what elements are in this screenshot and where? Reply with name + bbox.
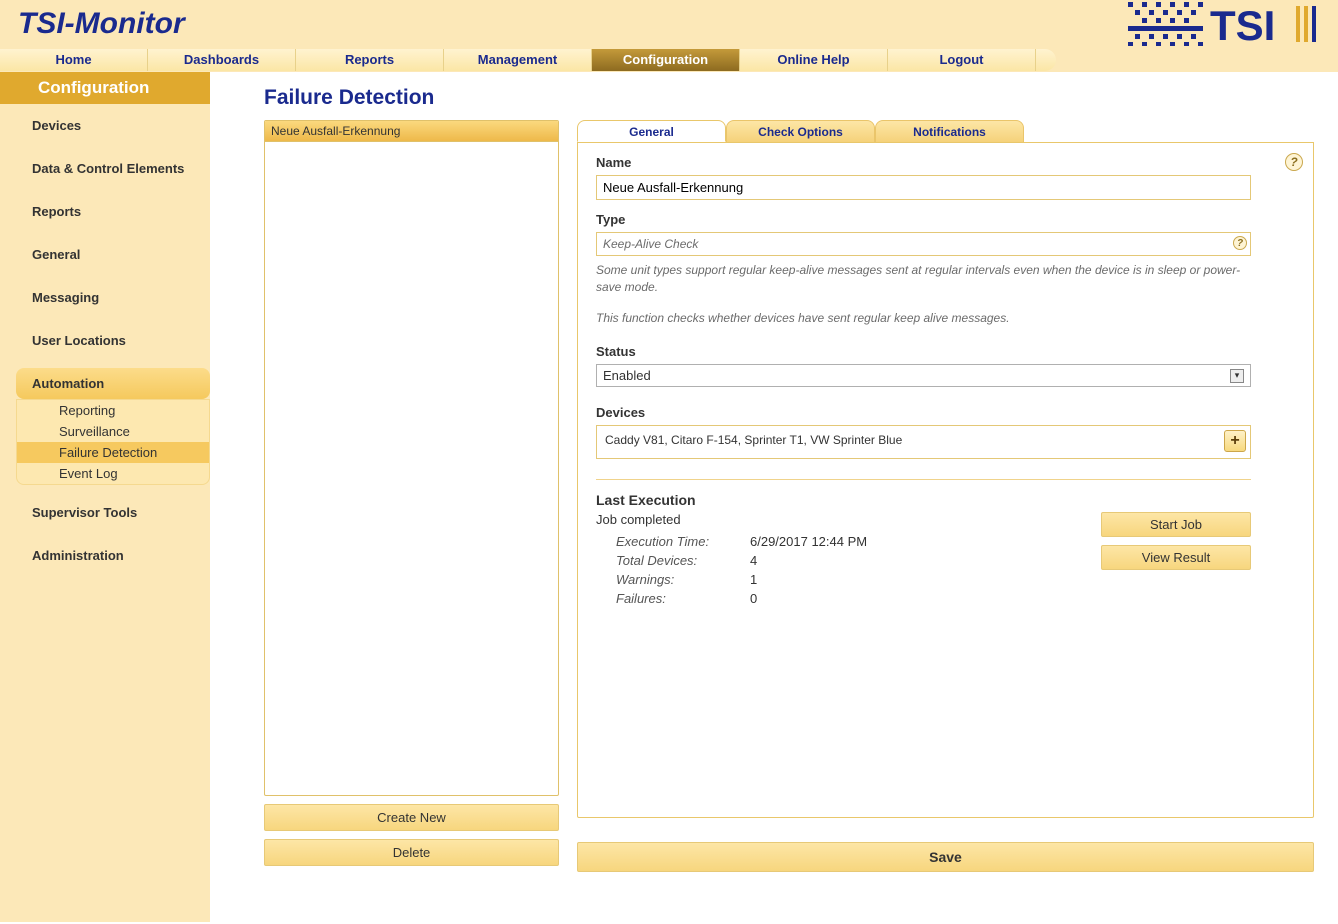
tab-general[interactable]: General: [577, 120, 726, 142]
detail-panel: General Check Options Notifications ? Na…: [577, 120, 1314, 874]
delete-button[interactable]: Delete: [264, 839, 559, 866]
failures-label: Failures:: [598, 590, 748, 607]
subnav-failure-detection[interactable]: Failure Detection: [17, 442, 209, 463]
name-label: Name: [596, 155, 1295, 170]
sidebar-item-messaging[interactable]: Messaging: [0, 282, 210, 313]
sidebar-item-user-locations[interactable]: User Locations: [0, 325, 210, 356]
type-desc-2: This function checks whether devices hav…: [596, 310, 1256, 327]
tab-check-options[interactable]: Check Options: [726, 120, 875, 142]
exec-time-label: Execution Time:: [598, 533, 748, 550]
warnings-label: Warnings:: [598, 571, 748, 588]
app-logo: TSI-Monitor: [10, 7, 185, 41]
sidebar-item-general[interactable]: General: [0, 239, 210, 270]
last-execution-table: Execution Time:6/29/2017 12:44 PM Total …: [596, 531, 869, 609]
sidebar: Configuration Devices Data & Control Ele…: [0, 72, 210, 922]
nav-configuration[interactable]: Configuration: [592, 49, 740, 71]
view-result-button[interactable]: View Result: [1101, 545, 1251, 570]
sidebar-item-data-control[interactable]: Data & Control Elements: [0, 153, 210, 184]
nav-home[interactable]: Home: [0, 49, 148, 71]
tab-notifications[interactable]: Notifications: [875, 120, 1024, 142]
status-value: Enabled: [603, 368, 651, 383]
type-label: Type: [596, 212, 1295, 227]
last-execution-status: Job completed: [596, 512, 869, 527]
create-new-button[interactable]: Create New: [264, 804, 559, 831]
nav-dashboards[interactable]: Dashboards: [148, 49, 296, 71]
svg-text:TSI: TSI: [1210, 2, 1275, 46]
separator: [596, 479, 1251, 480]
sidebar-item-supervisor-tools[interactable]: Supervisor Tools: [0, 497, 210, 528]
type-display: Keep-Alive Check ?: [596, 232, 1251, 256]
sidebar-subnav-automation: Reporting Surveillance Failure Detection…: [16, 399, 210, 485]
warnings-value: 1: [750, 571, 867, 588]
devices-label: Devices: [596, 405, 1295, 420]
nav-management[interactable]: Management: [444, 49, 592, 71]
nav-logout[interactable]: Logout: [888, 49, 1036, 71]
total-devices-label: Total Devices:: [598, 552, 748, 569]
list-item-selected[interactable]: Neue Ausfall-Erkennung: [265, 121, 558, 142]
page-title: Failure Detection: [264, 86, 1314, 110]
subnav-reporting[interactable]: Reporting: [17, 400, 209, 421]
devices-box: Caddy V81, Citaro F-154, Sprinter T1, VW…: [596, 425, 1251, 459]
name-input[interactable]: [596, 175, 1251, 200]
failures-value: 0: [750, 590, 867, 607]
type-value: Keep-Alive Check: [603, 237, 698, 251]
add-device-icon[interactable]: +: [1224, 430, 1246, 452]
nav-online-help[interactable]: Online Help: [740, 49, 888, 71]
sidebar-title: Configuration: [0, 72, 210, 104]
top-nav: Home Dashboards Reports Management Confi…: [0, 48, 1338, 72]
start-job-button[interactable]: Start Job: [1101, 512, 1251, 537]
sidebar-item-reports[interactable]: Reports: [0, 196, 210, 227]
detail-tabs: General Check Options Notifications: [577, 120, 1314, 142]
detail-box: ? Name Type Keep-Alive Check ? Some unit…: [577, 142, 1314, 818]
total-devices-value: 4: [750, 552, 867, 569]
type-desc-1: Some unit types support regular keep-ali…: [596, 262, 1256, 296]
sidebar-item-automation[interactable]: Automation: [16, 368, 210, 399]
chevron-down-icon: ▾: [1230, 369, 1244, 383]
sidebar-item-devices[interactable]: Devices: [0, 110, 210, 141]
list-panel: Neue Ausfall-Erkennung Create New Delete: [264, 120, 559, 874]
sidebar-item-administration[interactable]: Administration: [0, 540, 210, 571]
subnav-event-log[interactable]: Event Log: [17, 463, 209, 484]
detection-list[interactable]: Neue Ausfall-Erkennung: [264, 120, 559, 796]
exec-time-value: 6/29/2017 12:44 PM: [750, 533, 867, 550]
brand-graphic: TSI: [1128, 2, 1328, 46]
help-icon[interactable]: ?: [1285, 153, 1303, 171]
type-help-icon[interactable]: ?: [1233, 236, 1247, 250]
status-label: Status: [596, 344, 1295, 359]
app-header: TSI-Monitor TSI: [0, 0, 1338, 48]
save-button[interactable]: Save: [577, 842, 1314, 872]
devices-value: Caddy V81, Citaro F-154, Sprinter T1, VW…: [605, 433, 902, 447]
subnav-surveillance[interactable]: Surveillance: [17, 421, 209, 442]
nav-end-cap: [1036, 49, 1056, 71]
nav-reports[interactable]: Reports: [296, 49, 444, 71]
last-execution-title: Last Execution: [596, 492, 869, 508]
main-content: Failure Detection Neue Ausfall-Erkennung…: [210, 72, 1338, 922]
status-select[interactable]: Enabled ▾: [596, 364, 1251, 387]
